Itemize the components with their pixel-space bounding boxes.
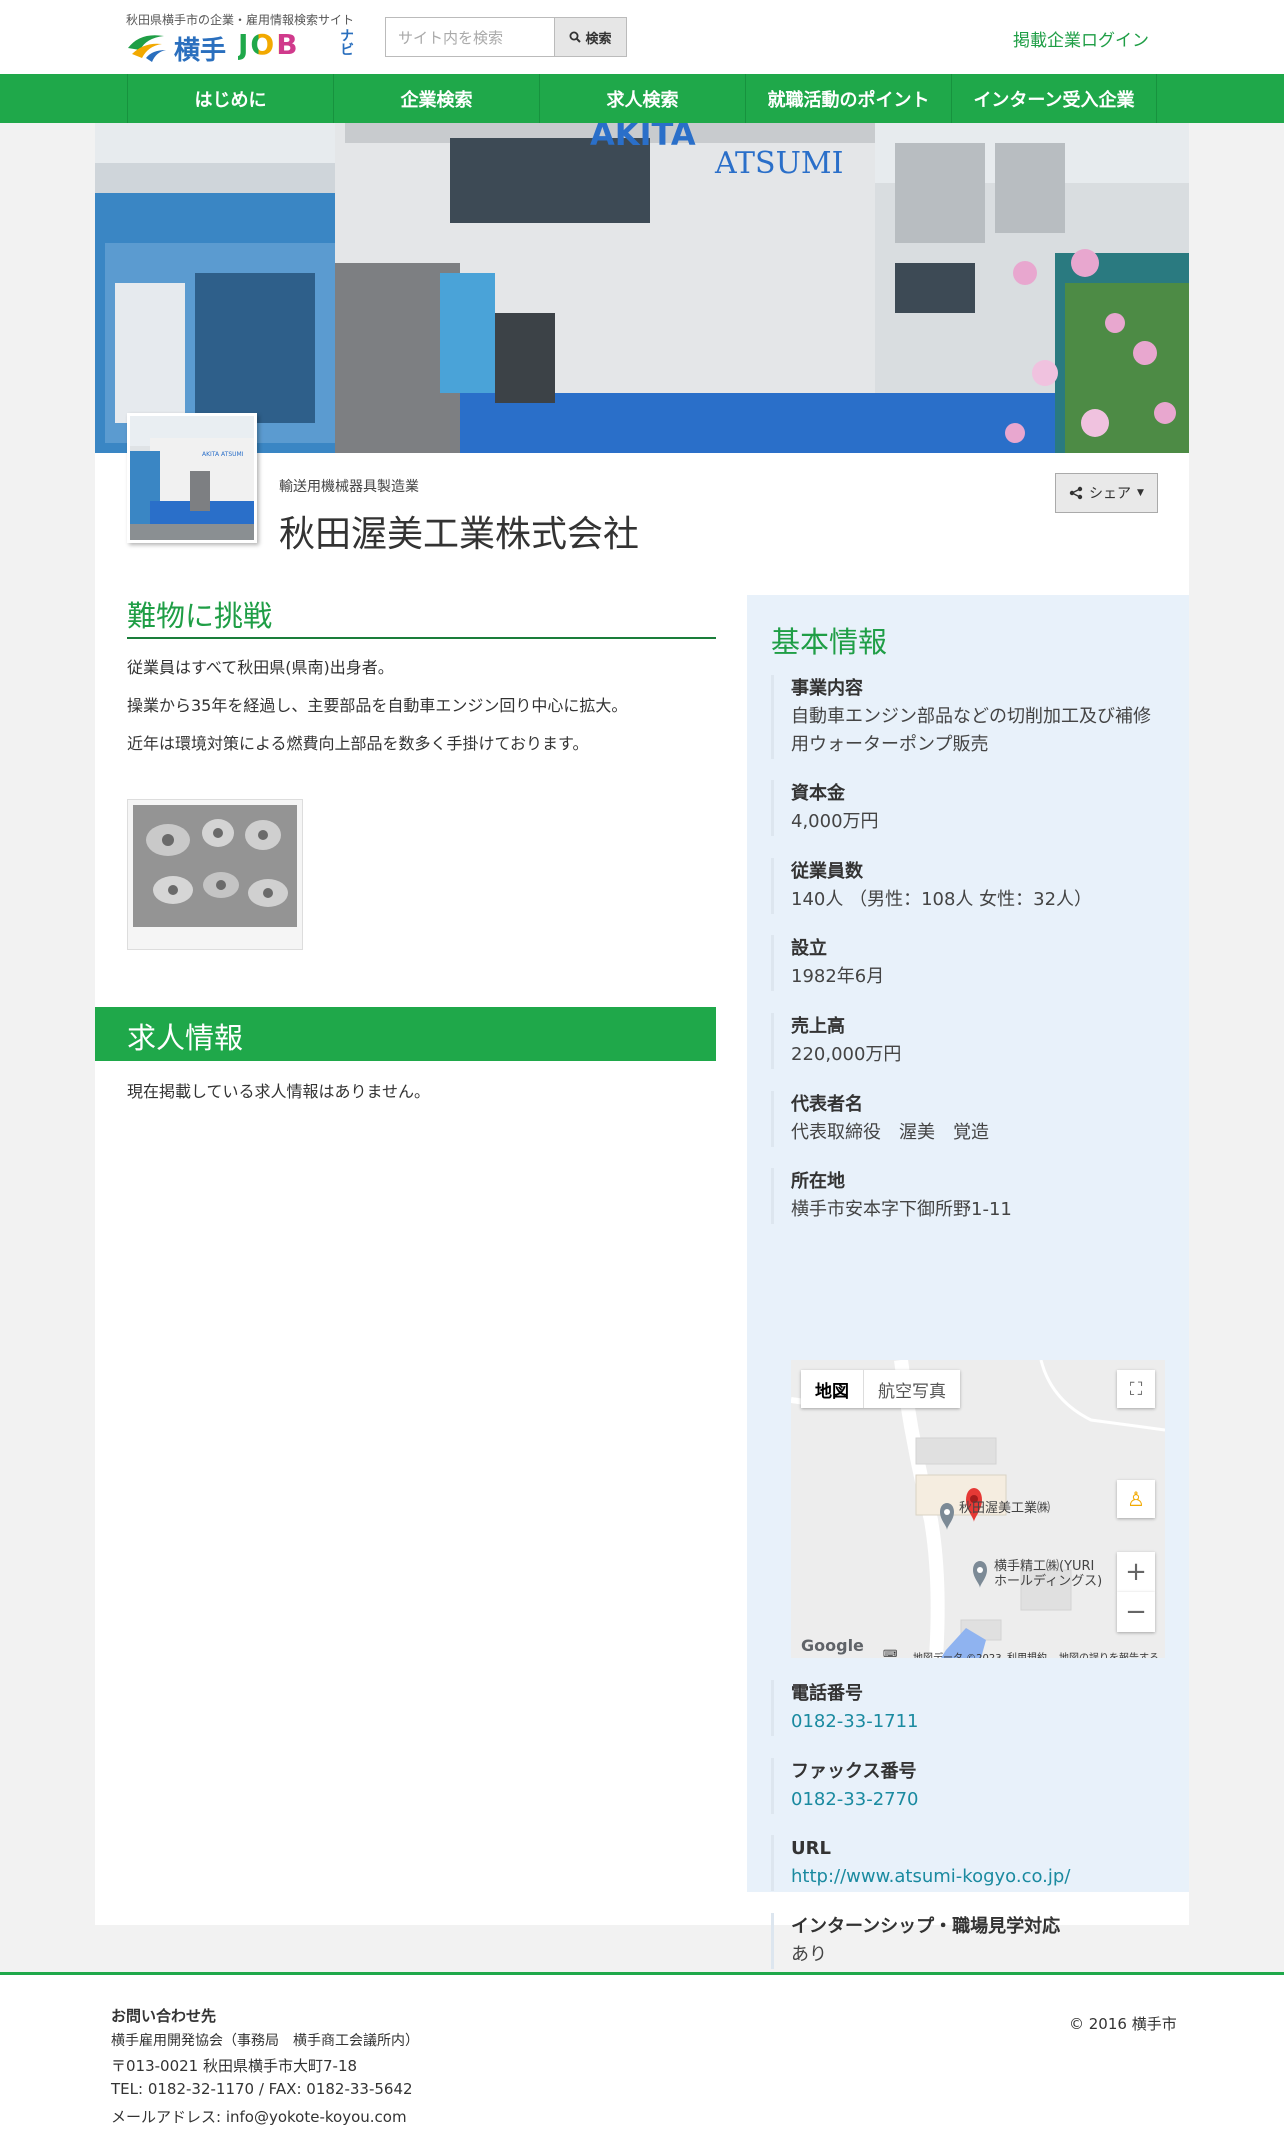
company-name: 秋田渥美工業株式会社 <box>279 514 640 555</box>
pr-title: 難物に挑戦 <box>127 599 273 633</box>
share-icon <box>1069 486 1083 500</box>
fax-link[interactable]: 0182-33-2770 <box>791 1786 1165 1814</box>
info-address: 所在地 横手市安本字下御所野1-11 <box>771 1168 1165 1224</box>
info-sales: 売上高 220,000万円 <box>771 1013 1165 1069</box>
info-label: 設立 <box>791 938 827 959</box>
info-label: 売上高 <box>791 1016 845 1037</box>
caret-down-icon: ▼ <box>1137 488 1144 498</box>
info-representative: 代表者名 代表取締役 渥美 覚造 <box>771 1091 1165 1147</box>
info-fax: ファックス番号 0182-33-2770 <box>771 1758 1165 1814</box>
logo-text-job: JOB <box>238 28 300 61</box>
map-place-label[interactable]: ホールディングス) <box>994 1570 1102 1589</box>
footer-copyright: © 2016 横手市 <box>1069 2015 1177 2033</box>
map-data-credit: 地図データ ©2023 <box>913 1649 1002 1658</box>
info-value: 横手市安本字下御所野1-11 <box>791 1199 1012 1220</box>
map-place-label[interactable]: 秋田渥美工業㈱ <box>959 1497 1050 1516</box>
info-label: 電話番号 <box>791 1683 863 1704</box>
info-label: 所在地 <box>791 1171 845 1192</box>
map-terms-link[interactable]: 利用規約 <box>1007 1649 1047 1658</box>
info-internship: インターンシップ・職場見学対応 あり <box>771 1913 1165 1969</box>
nav-item-job-hunting-tips[interactable]: 就職活動のポイント <box>745 74 951 123</box>
info-founded: 設立 1982年6月 <box>771 935 1165 991</box>
search-button[interactable]: 検索 <box>554 17 627 57</box>
company-thumbnail: AKITA ATSUMI <box>127 413 257 543</box>
info-value: 代表取締役 渥美 覚造 <box>791 1122 989 1143</box>
share-label: シェア <box>1089 486 1132 502</box>
site-header: 秋田県横手市の企業・雇用情報検索サイト 横手 JOB ナビ サイト内を検索 検索… <box>0 0 1284 74</box>
site-footer: お問い合わせ先 横手雇用開発協会（事務局 横手商工会議所内） 〒013-0021… <box>0 1972 1284 2147</box>
main-nav: はじめに 企業検索 求人検索 就職活動のポイント インターン受入企業 <box>0 74 1284 123</box>
info-value: 自動車エンジン部品などの切削加工及び補修用ウォーターポンプ販売 <box>791 706 1151 755</box>
info-business: 事業内容 自動車エンジン部品などの切削加工及び補修用ウォーターポンプ販売 <box>771 675 1165 759</box>
jobs-section-title: 求人情報 <box>95 1007 716 1061</box>
footer-org: 横手雇用開発協会（事務局 横手商工会議所内） <box>111 2033 419 2049</box>
hero-sign-atsumi: ATSUMI <box>714 146 843 181</box>
street-view-icon[interactable]: ♙ <box>1117 1480 1155 1518</box>
info-value: あり <box>791 1944 827 1965</box>
info-capital: 資本金 4,000万円 <box>771 780 1165 836</box>
google-logo: Google <box>801 1636 864 1655</box>
info-value: 4,000万円 <box>791 811 879 832</box>
main-container: AKITA ATSUMI AKITA ATSUMI 輸送用機械器具製造業 秋田渥… <box>95 123 1189 1969</box>
search-input[interactable]: サイト内を検索 <box>385 17 555 57</box>
logo-text-navi: ナビ <box>338 28 354 56</box>
nav-item-job-search[interactable]: 求人検索 <box>539 74 745 123</box>
thumbnail-sign: AKITA ATSUMI <box>202 451 244 458</box>
map-tab-map[interactable]: 地図 <box>801 1370 864 1408</box>
nav-item-intro[interactable]: はじめに <box>127 74 333 123</box>
info-label: URL <box>791 1838 831 1859</box>
zoom-out-icon[interactable]: − <box>1117 1592 1155 1632</box>
info-value: 1982年6月 <box>791 966 885 987</box>
map-report-link[interactable]: 地図の誤りを報告する <box>1059 1649 1159 1658</box>
info-label: 事業内容 <box>791 678 863 699</box>
info-label: ファックス番号 <box>791 1761 917 1782</box>
info-label: インターンシップ・職場見学対応 <box>791 1916 1061 1937</box>
logo-text-main: 横手 <box>174 36 227 66</box>
info-value: 140人 （男性：108人 女性：32人） <box>791 889 1093 910</box>
hero-image: AKITA ATSUMI <box>95 123 1189 453</box>
site-tagline: 秋田県横手市の企業・雇用情報検索サイト <box>126 13 355 27</box>
info-label: 従業員数 <box>791 861 863 882</box>
company-industry: 輸送用機械器具製造業 <box>279 479 419 495</box>
keyboard-icon[interactable]: ⌨ <box>883 1649 897 1658</box>
company-login-link[interactable]: 掲載企業ログイン <box>1013 26 1149 51</box>
footer-contact-title: お問い合わせ先 <box>111 2007 217 2025</box>
hero-sign-akita: AKITA <box>590 123 696 153</box>
map-type-tabs: 地図 航空写真 <box>801 1370 960 1408</box>
site-logo[interactable]: 横手 JOB ナビ <box>126 28 356 66</box>
search-button-label: 検索 <box>585 31 612 47</box>
fullscreen-icon[interactable]: ⛶ <box>1117 1370 1155 1408</box>
search-icon <box>569 31 582 43</box>
product-photo[interactable] <box>127 799 303 950</box>
website-link[interactable]: http://www.atsumi-kogyo.co.jp/ <box>791 1863 1165 1891</box>
info-label: 資本金 <box>791 783 845 804</box>
pr-paragraph: 近年は環境対策による燃費向上部品を数多く手掛けております。 <box>127 734 589 753</box>
phone-link[interactable]: 0182-33-1711 <box>791 1708 1165 1736</box>
nav-item-company-search[interactable]: 企業検索 <box>333 74 539 123</box>
basic-info-title: 基本情報 <box>771 625 888 659</box>
map-tab-aerial[interactable]: 航空写真 <box>864 1370 960 1408</box>
info-employees: 従業員数 140人 （男性：108人 女性：32人） <box>771 858 1165 914</box>
info-url: URL http://www.atsumi-kogyo.co.jp/ <box>771 1835 1165 1891</box>
nav-item-internship[interactable]: インターン受入企業 <box>951 74 1157 123</box>
pr-divider <box>127 637 716 639</box>
pr-paragraph: 操業から35年を経過し、主要部品を自動車エンジン回り中心に拡大。 <box>127 696 628 715</box>
pr-paragraph: 従業員はすべて秋田県(県南)出身者。 <box>127 658 394 677</box>
zoom-in-icon[interactable]: + <box>1117 1552 1155 1592</box>
footer-email: メールアドレス: info@yokote-koyou.com <box>111 2108 407 2126</box>
footer-tel-fax: TEL: 0182-32-1170 / FAX: 0182-33-5642 <box>111 2080 413 2098</box>
share-button[interactable]: シェア ▼ <box>1055 473 1158 513</box>
jobs-empty-message: 現在掲載している求人情報はありません。 <box>127 1082 431 1101</box>
info-value: 220,000万円 <box>791 1044 902 1065</box>
info-label: 代表者名 <box>791 1094 863 1115</box>
basic-info-panel: 基本情報 事業内容 自動車エンジン部品などの切削加工及び補修用ウォーターポンプ販… <box>747 595 1189 1969</box>
info-phone: 電話番号 0182-33-1711 <box>771 1680 1165 1736</box>
location-map[interactable]: 地図 航空写真 ⛶ ♙ + − 秋田渥美工業㈱ 横手精工㈱(YURI ホールディ… <box>791 1360 1165 1658</box>
footer-address: 〒013-0021 秋田県横手市大町7-18 <box>111 2057 358 2075</box>
